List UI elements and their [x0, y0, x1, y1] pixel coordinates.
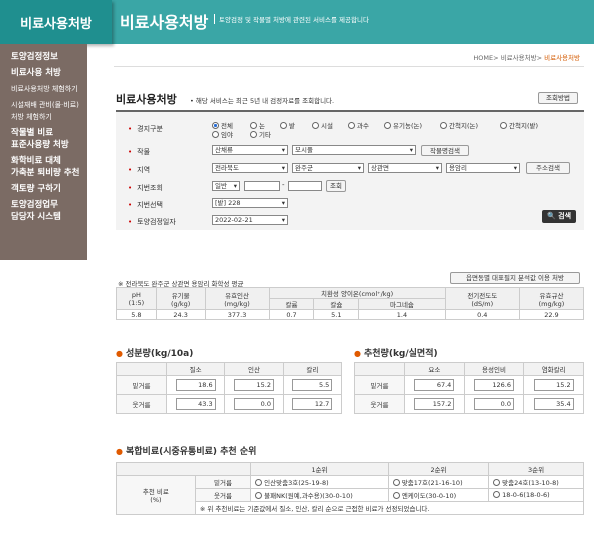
compound-table: 1순위 2순위 3순위 추천 비료 (%) 밑거름 인산맞춤3호(25-19-8) … — [115, 462, 585, 515]
section-note: • 해당 서비스는 최근 5년 내 검정자료를 조회합니다. — [190, 97, 335, 105]
lot-main-input[interactable] — [244, 181, 280, 191]
method-button[interactable]: 조회방법 — [538, 92, 578, 104]
radio-facility[interactable]: 시설 — [312, 120, 333, 130]
town-select[interactable]: 상관면 — [368, 163, 442, 173]
sidebar-item-manure-2[interactable]: 가축분 퇴비량 추천 — [0, 166, 87, 182]
crop-select[interactable]: 모시풀 — [292, 145, 416, 155]
radio-reclaimed-field[interactable]: 간척지(밭) — [500, 120, 538, 130]
crop-category-select[interactable]: 산채류 — [212, 145, 288, 155]
label-land: 경지구분 — [128, 124, 163, 134]
sidebar-item-manure[interactable]: 화학비료 대체 — [0, 154, 87, 166]
recommend-input[interactable]: 157.2 — [414, 398, 455, 410]
compound-option[interactable]: 불패NK(원예,과수용)(30-0-10) — [250, 488, 389, 502]
ingredient-input[interactable]: 5.5 — [292, 379, 333, 391]
compound-option[interactable]: 맞춤17호(21-16-10) — [387, 475, 490, 489]
radio-field[interactable]: 밭 — [280, 120, 295, 130]
village-select[interactable]: 용암리 — [446, 163, 520, 173]
ingredient-table: 질소 인산 칼리 밑거름 18.6 15.2 5.5 웃거름 43.3 0.0 12… — [116, 362, 343, 414]
lot-type-select[interactable]: 일반 — [212, 181, 240, 191]
ingredient-input[interactable]: 18.6 — [175, 379, 216, 391]
page-title: 비료사용처방 — [120, 13, 209, 32]
breadcrumb-mid[interactable]: 비료사용처방 — [501, 54, 537, 62]
sidebar: 토양검정정보 비료사용 처방 비료사용처방 체험하기 시설재배 관비(물·비료)… — [0, 44, 87, 260]
sidebar-item-facility-2[interactable]: 처방 체험하기 — [0, 110, 87, 126]
chem-table: pH (1:5) 유기물 (g/kg) 유효인산 (mg/kg) 치환성 양이온… — [116, 287, 585, 320]
section-title: 비료사용처방 — [116, 93, 177, 106]
lot-search-button[interactable]: 조회 — [326, 180, 346, 192]
page-subtitle: 토양검정 및 작물별 처방에 관련된 서비스를 제공합니다 — [214, 14, 369, 24]
recommend-input[interactable]: 0.0 — [473, 398, 514, 410]
search-icon: 🔍 — [546, 212, 556, 220]
province-select[interactable]: 전라북도 — [212, 163, 288, 173]
radio-reclaimed-paddy[interactable]: 간척지(논) — [440, 120, 478, 130]
compound-option[interactable]: 엔케이도(30-0-10) — [387, 488, 490, 502]
ingredient-input[interactable]: 15.2 — [233, 379, 274, 391]
sidebar-item-experience[interactable]: 비료사용처방 체험하기 — [0, 82, 87, 98]
radio-orchard[interactable]: 과수 — [348, 120, 369, 130]
breadcrumb-current: 비료사용처방 — [544, 54, 580, 62]
ingredient-title: 성분량(kg/10a) — [116, 346, 193, 359]
crop-search-button[interactable]: 작물명검색 — [421, 145, 469, 156]
breadcrumb: HOME> 비료사용처방> 비료사용처방 — [473, 54, 580, 62]
date-select[interactable]: 2022-02-21 — [212, 215, 288, 225]
compound-option[interactable]: 인산맞춤3호(25-19-8) — [250, 475, 389, 489]
compound-title: 복합비료(시중유통비료) 추천 순위 — [116, 444, 256, 457]
search-form: 경지구분 전체 논 밭 시설 과수 유기농(논) 간척지(논) 간척지(밭) 임… — [116, 110, 584, 230]
divider — [114, 66, 584, 67]
search-button[interactable]: 🔍 검색 — [542, 210, 576, 223]
radio-forest[interactable]: 임야 — [212, 129, 233, 139]
label-crop: 작물 — [128, 147, 150, 157]
recommend-input[interactable]: 35.4 — [533, 398, 574, 410]
recommend-input[interactable]: 15.2 — [533, 379, 574, 391]
sidebar-item-staff[interactable]: 토양검정업무 — [0, 198, 87, 210]
radio-other[interactable]: 기타 — [250, 129, 271, 139]
label-lot: 지번조회 — [128, 183, 163, 193]
ingredient-input[interactable]: 43.3 — [175, 398, 216, 410]
ingredient-input[interactable]: 12.7 — [292, 398, 333, 410]
sidebar-item-facility[interactable]: 시설재배 관비(물·비료) — [0, 98, 87, 110]
recommend-input[interactable]: 126.6 — [473, 379, 514, 391]
site-logo[interactable]: 비료사용처방 — [0, 0, 112, 44]
compound-footnote: ※ 위 추천비료는 기준값에서 질소, 인산, 칼리 순으로 근접한 비료가 선… — [194, 501, 585, 515]
lot-sub-input[interactable] — [288, 181, 322, 191]
recommend-table: 요소 용성인비 염화칼리 밑거름 67.4 126.6 15.2 웃거름 157.2… — [354, 362, 584, 414]
sidebar-item-fertilizer[interactable]: 비료사용 처방 — [0, 66, 87, 82]
ingredient-input[interactable]: 0.0 — [233, 398, 274, 410]
label-lot-select: 지번선택 — [128, 200, 163, 210]
lot-select[interactable]: [밭] 228 — [212, 198, 288, 208]
address-search-button[interactable]: 주소검색 — [526, 162, 570, 174]
recommend-input[interactable]: 67.4 — [414, 379, 455, 391]
label-region: 지역 — [128, 165, 150, 175]
representative-lot-button[interactable]: 읍면동별 대표필지 분석값 이용 처방 — [450, 272, 580, 284]
sidebar-item-staff-2[interactable]: 담당자 시스템 — [0, 210, 87, 226]
compound-option[interactable]: 맞춤24호(13-10-8) — [488, 475, 584, 489]
county-select[interactable]: 완주군 — [292, 163, 364, 173]
label-date: 토양검정일자 — [128, 217, 176, 227]
sidebar-item-crop-standard-2[interactable]: 표준사용량 처방 — [0, 138, 87, 154]
recommend-title: 추천량(kg/실면적) — [354, 346, 438, 359]
sidebar-item-soil-info[interactable]: 토양검정정보 — [0, 50, 87, 66]
radio-organic[interactable]: 유기농(논) — [384, 120, 422, 130]
sidebar-item-crop-standard[interactable]: 작물별 비료 — [0, 126, 87, 138]
compound-option[interactable]: 18-0-6(18-0-6) — [488, 488, 584, 502]
breadcrumb-home[interactable]: HOME — [473, 54, 493, 62]
sidebar-item-soil-dressing[interactable]: 객토량 구하기 — [0, 182, 87, 198]
